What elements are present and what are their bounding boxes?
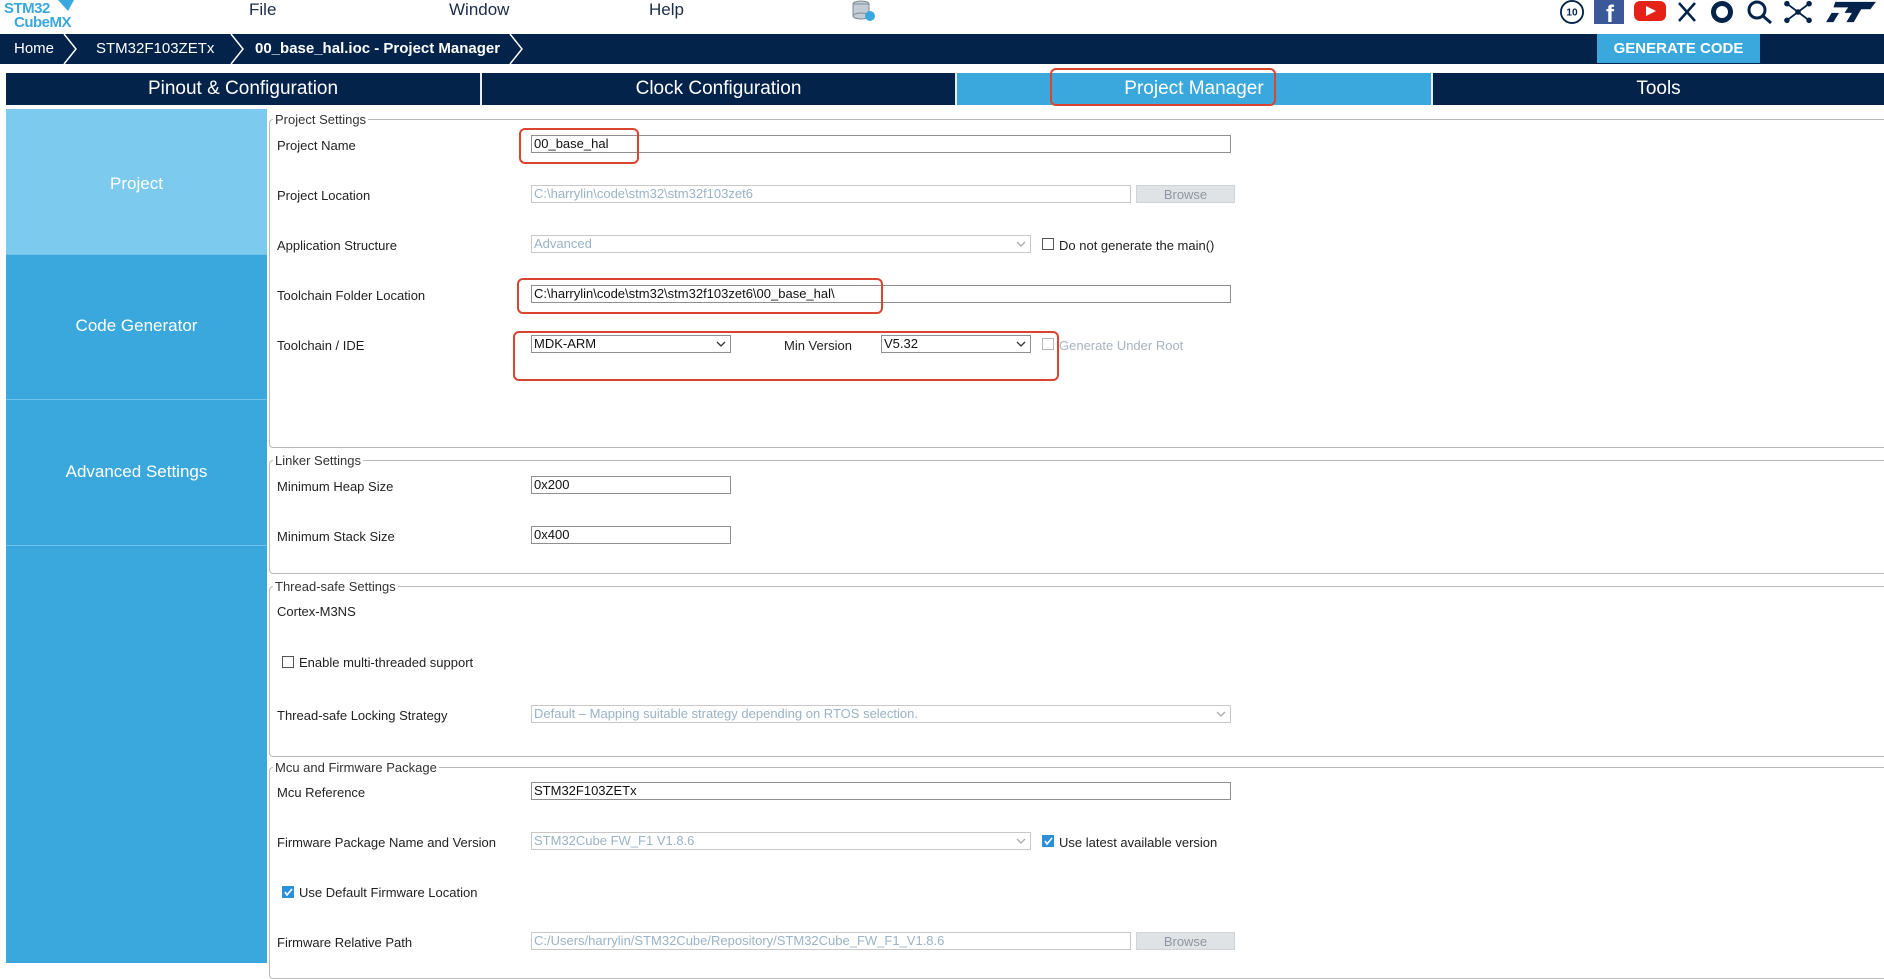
application-structure-value: Advanced [534, 236, 592, 251]
project-location-browse-button[interactable]: Browse [1136, 185, 1235, 203]
mcu-firmware-legend: Mcu and Firmware Package [273, 760, 439, 775]
firmware-path-browse-button[interactable]: Browse [1136, 932, 1235, 950]
tab-tools[interactable]: Tools [1433, 73, 1884, 105]
highlight-toolchain-folder [517, 278, 883, 314]
checkmark-icon [1044, 837, 1053, 846]
toolchain-ide-label: Toolchain / IDE [277, 338, 365, 353]
svg-text:10: 10 [1566, 8, 1578, 19]
stm32cubemx-logo: STM32 CubeMX [4, 0, 74, 32]
sidebar-item-code-generator[interactable]: Code Generator [6, 255, 267, 400]
locking-strategy-select[interactable]: Default – Mapping suitable strategy depe… [531, 705, 1231, 723]
logo-line2: CubeMX [14, 14, 72, 31]
no-main-checkbox[interactable] [1042, 238, 1054, 250]
min-heap-input[interactable]: 0x200 [531, 476, 731, 494]
breadcrumb-home[interactable]: Home [0, 34, 54, 64]
tab-clock-configuration[interactable]: Clock Configuration [482, 73, 957, 105]
sidebar: Project Code Generator Advanced Settings [6, 109, 267, 963]
project-location-label: Project Location [277, 188, 371, 203]
firmware-relative-path-label: Firmware Relative Path [277, 935, 413, 950]
tab-pinout-configuration[interactable]: Pinout & Configuration [6, 73, 482, 105]
chevron-down-icon [1016, 838, 1026, 844]
multithread-label: Enable multi-threaded support [299, 655, 474, 670]
menu-window[interactable]: Window [449, 0, 509, 20]
network-icon[interactable] [1782, 0, 1814, 24]
min-stack-label: Minimum Stack Size [277, 529, 395, 544]
project-settings-legend: Project Settings [273, 112, 369, 127]
menu-file[interactable]: File [249, 0, 276, 20]
locking-strategy-label: Thread-safe Locking Strategy [277, 708, 448, 723]
chevron-down-icon [1216, 711, 1226, 717]
breadcrumb-separator-icon [63, 34, 77, 64]
logo-star-icon [58, 0, 74, 11]
use-latest-version-checkbox[interactable] [1042, 835, 1054, 847]
thread-safe-settings-group [269, 586, 1884, 757]
min-heap-label: Minimum Heap Size [277, 479, 394, 494]
mcu-reference-label: Mcu Reference [277, 785, 366, 800]
x-icon[interactable] [1676, 0, 1698, 24]
search-community-icon[interactable] [1746, 0, 1774, 24]
linker-settings-legend: Linker Settings [273, 453, 363, 468]
highlight-toolchain-ide [513, 331, 1059, 381]
facebook-icon[interactable]: f [1594, 0, 1624, 24]
firmware-package-select[interactable]: STM32Cube FW_F1 V1.8.6 [531, 832, 1031, 850]
main-tabs: Pinout & Configuration Clock Configurati… [6, 73, 1884, 105]
github-icon[interactable] [1708, 0, 1736, 24]
menu-help[interactable]: Help [649, 0, 684, 20]
breadcrumb-mcu[interactable]: STM32F103ZETx [82, 34, 214, 64]
no-main-label: Do not generate the main() [1059, 238, 1215, 253]
svg-text:f: f [1606, 1, 1615, 24]
mcu-reference-input[interactable]: STM32F103ZETx [531, 782, 1231, 800]
min-stack-input[interactable]: 0x400 [531, 526, 731, 544]
highlight-project-name [519, 128, 639, 164]
generate-code-button[interactable]: GENERATE CODE [1597, 34, 1760, 63]
locking-strategy-value: Default – Mapping suitable strategy depe… [534, 706, 918, 721]
use-default-location-checkbox[interactable] [282, 886, 294, 898]
database-settings-icon[interactable] [852, 0, 876, 22]
anniversary-10-icon[interactable]: 10 [1556, 0, 1588, 24]
highlight-project-manager-tab [1050, 68, 1276, 106]
project-location-input[interactable]: C:\harrylin\code\stm32\stm32f103zet6 [531, 185, 1131, 203]
application-structure-label: Application Structure [277, 238, 397, 253]
menu-bar: STM32 CubeMX File Window Help 10 f [0, 0, 1884, 33]
linker-settings-group [269, 460, 1884, 574]
multithread-checkbox[interactable] [282, 656, 294, 668]
sidebar-item-project[interactable]: Project [6, 109, 267, 255]
youtube-icon[interactable] [1634, 0, 1666, 24]
sidebar-item-advanced-settings[interactable]: Advanced Settings [6, 400, 267, 546]
project-settings-panel: Project Settings Project Name 00_base_ha… [269, 109, 1884, 979]
firmware-relative-path-input[interactable]: C:/Users/harrylin/STM32Cube/Repository/S… [531, 932, 1131, 950]
firmware-package-label: Firmware Package Name and Version [277, 835, 496, 850]
firmware-package-value: STM32Cube FW_F1 V1.8.6 [534, 833, 695, 848]
project-name-label: Project Name [277, 138, 356, 153]
project-settings-group [269, 119, 1884, 448]
generate-under-root-label: Generate Under Root [1059, 338, 1184, 353]
chevron-down-icon [1016, 241, 1026, 247]
st-logo-icon[interactable] [1822, 0, 1880, 24]
breadcrumb-current-page[interactable]: 00_base_hal.ioc - Project Manager [241, 34, 500, 64]
cortex-core-label: Cortex-M3NS [277, 604, 356, 619]
breadcrumb-separator-icon [509, 34, 523, 64]
use-default-location-label: Use Default Firmware Location [299, 885, 478, 900]
checkmark-icon [284, 888, 293, 897]
use-latest-version-label: Use latest available version [1059, 835, 1218, 850]
thread-safe-settings-legend: Thread-safe Settings [273, 579, 398, 594]
application-structure-select[interactable]: Advanced [531, 235, 1031, 253]
toolchain-folder-label: Toolchain Folder Location [277, 288, 426, 303]
